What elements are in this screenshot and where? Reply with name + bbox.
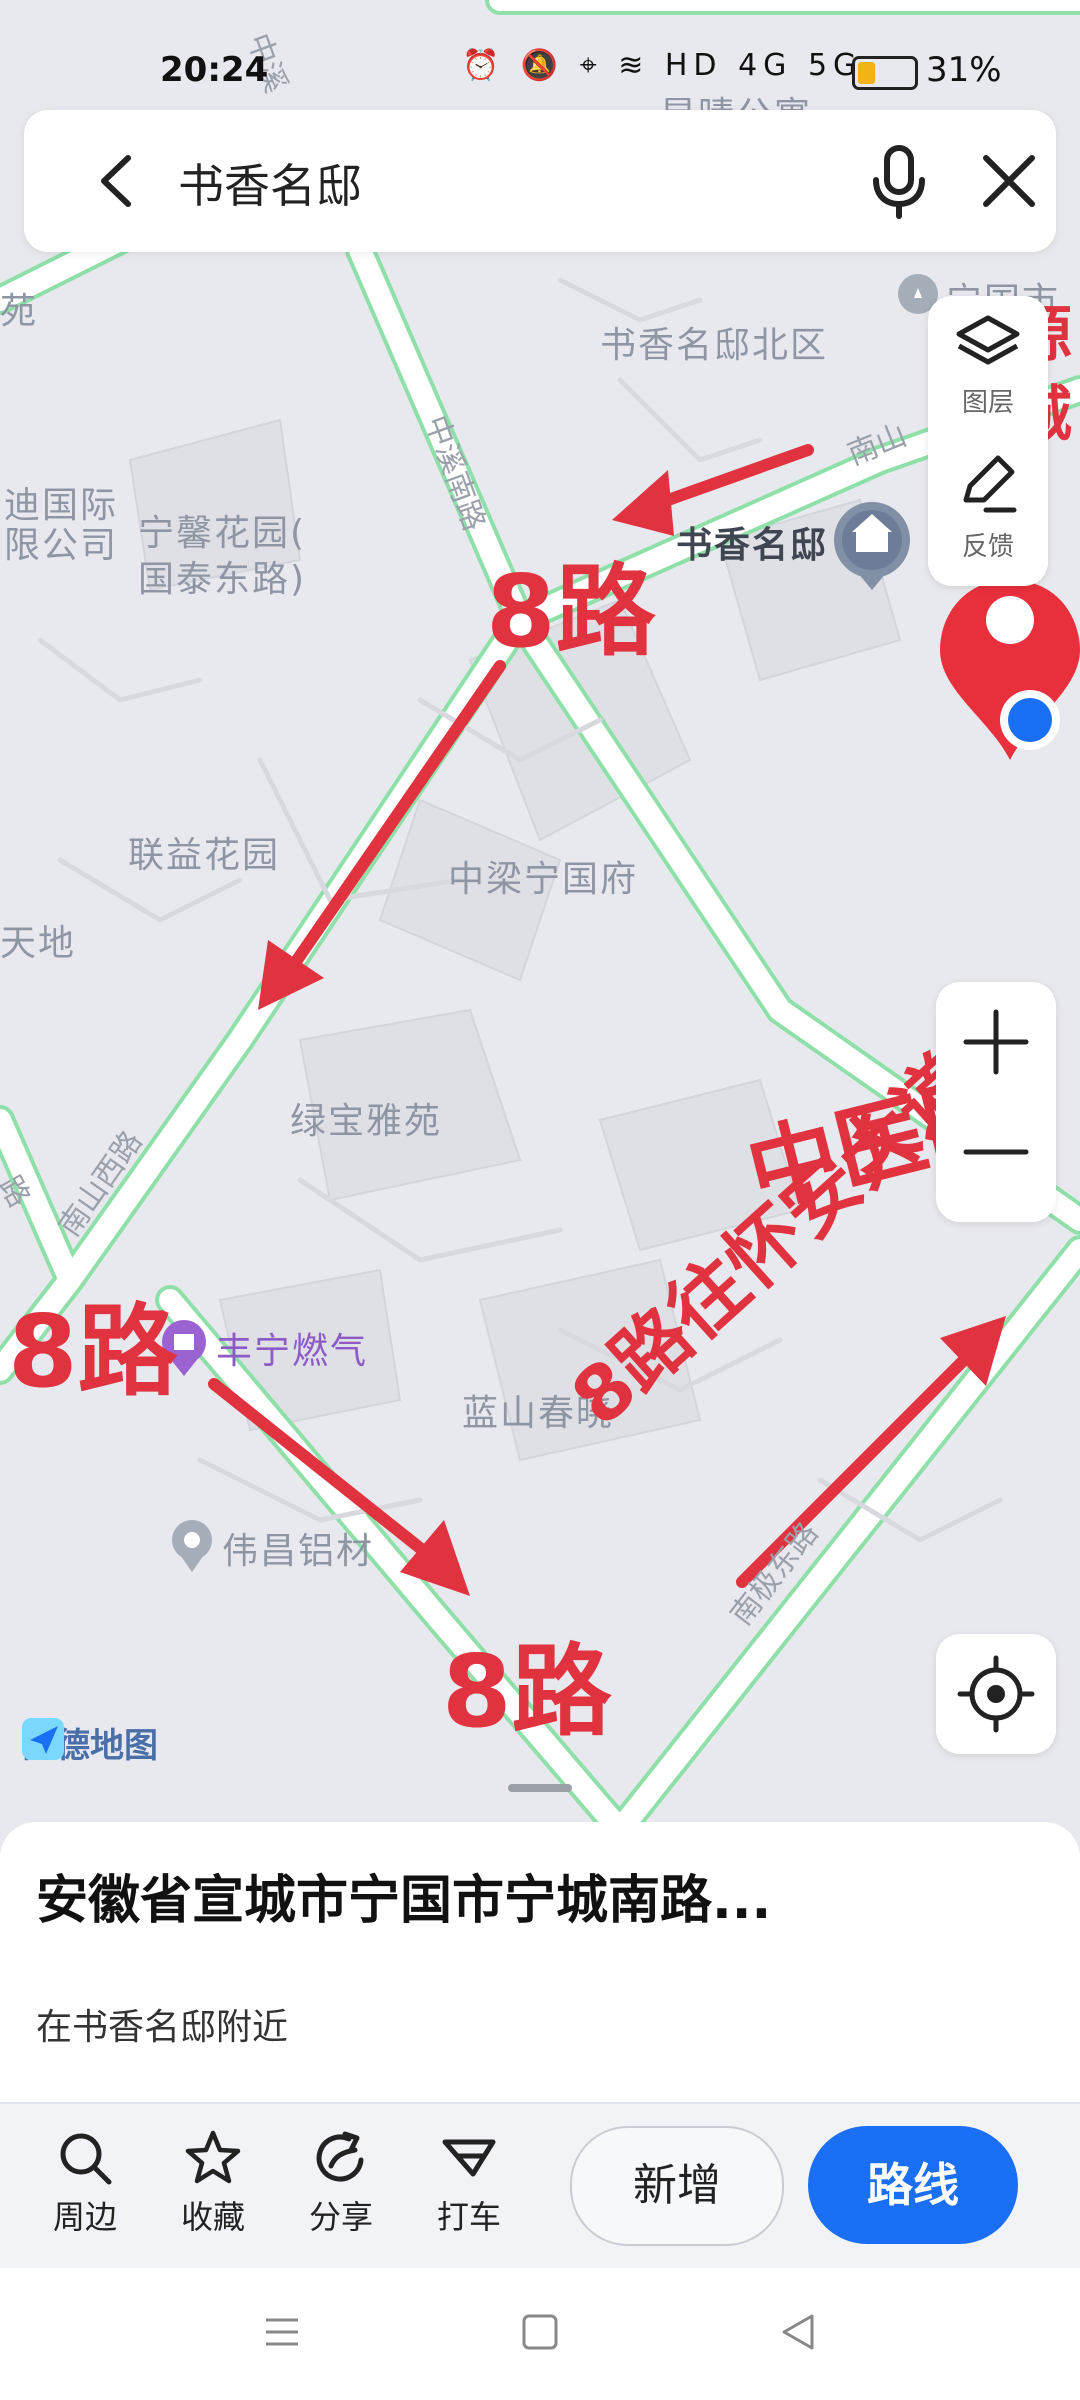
route-button[interactable]: 路线 <box>808 2126 1018 2244</box>
nearby-button[interactable]: 周边 <box>30 2128 140 2248</box>
back-nav-icon[interactable] <box>778 2312 818 2352</box>
sheet-drag-handle[interactable] <box>508 1784 572 1792</box>
layers-icon <box>956 315 1020 365</box>
nearby-label: 周边 <box>52 2198 117 2236</box>
place-label-ningxin[interactable]: 宁馨花园( <box>138 504 306 556</box>
locate-me-button[interactable] <box>936 1634 1056 1754</box>
feedback-label: 反馈 <box>961 532 1014 562</box>
place-nearby-text: 在书香名邸附近 <box>36 2007 289 2048</box>
home-icon[interactable] <box>520 2312 560 2352</box>
crosshair-icon <box>957 1655 1035 1733</box>
battery-percent: 31% <box>926 50 1002 90</box>
feedback-button[interactable]: 反馈 <box>928 446 1048 586</box>
system-nav-bar <box>0 2268 1080 2400</box>
zoom-controls <box>936 982 1056 1222</box>
place-label-zhongliang[interactable]: 中梁宁国府 <box>448 850 638 902</box>
status-icons: ⏰ 🔕 ⌖ ≋ HD 4G 5G <box>462 48 863 83</box>
status-bar: 20:24 ⏰ 🔕 ⌖ ≋ HD 4G 5G 31% <box>0 0 1080 110</box>
edit-feedback-icon <box>963 455 1017 513</box>
place-label-ningxin-2[interactable]: 国泰东路) <box>138 550 306 602</box>
taxi-icon <box>442 2139 496 2177</box>
map-roads <box>0 0 1080 1830</box>
back-icon[interactable] <box>84 146 154 216</box>
zoom-in-button[interactable] <box>936 982 1056 1102</box>
share-icon <box>316 2131 364 2182</box>
layers-button[interactable]: 图层 <box>928 296 1048 436</box>
battery-fill <box>858 62 875 84</box>
microphone-icon[interactable] <box>864 142 934 220</box>
location-pin <box>940 580 1080 760</box>
share-button[interactable]: 分享 <box>286 2128 396 2248</box>
status-time: 20:24 <box>160 50 269 90</box>
taxi-button[interactable]: 打车 <box>414 2128 524 2248</box>
place-label-diguoji-2[interactable]: 限公司 <box>4 516 118 568</box>
battery-icon <box>852 56 918 90</box>
search-bar[interactable]: 书香名邸 <box>24 110 1056 252</box>
place-label-shuxiang-north[interactable]: 书香名邸北区 <box>600 316 828 368</box>
gaode-logo-icon <box>22 1718 64 1760</box>
map-logo: 高德地图 <box>22 1718 158 1767</box>
star-icon <box>185 2130 241 2184</box>
layers-label: 图层 <box>961 388 1014 418</box>
place-label-lvbao[interactable]: 绿宝雅苑 <box>290 1092 442 1144</box>
share-label: 分享 <box>308 2198 373 2236</box>
favorite-button[interactable]: 收藏 <box>158 2128 268 2248</box>
annotation-route-8-top: 8路 <box>486 553 656 670</box>
add-button[interactable]: 新增 <box>570 2126 784 2246</box>
zoom-out-button[interactable] <box>936 1102 1056 1222</box>
taxi-label: 打车 <box>436 2198 501 2236</box>
place-label-shuxiang[interactable]: 书香名邸 <box>676 516 828 568</box>
action-bar: 周边 收藏 分享 打车 新增 路线 <box>0 2102 1080 2270</box>
place-label-fengning[interactable]: 丰宁燃气 <box>216 1322 368 1374</box>
search-icon <box>60 2133 112 2185</box>
place-label-weichang[interactable]: 伟昌铝材 <box>222 1522 374 1574</box>
place-label-yuan[interactable]: 苑 <box>0 282 38 334</box>
place-address-title: 安徽省宣城市宁国市宁城南路... <box>36 1871 772 1931</box>
map-view[interactable]: 书香名邸北区 书香名邸 昱晴公寓 宁国市 宁馨花园( 国泰东路) 迪国际 限公司… <box>0 0 1080 1830</box>
place-label-lianyi[interactable]: 联益花园 <box>128 826 280 878</box>
place-detail-sheet[interactable]: 安徽省宣城市宁国市宁城南路... 在书香名邸附近 <box>0 1784 1080 2102</box>
menu-icon[interactable] <box>262 2312 302 2352</box>
annotation-route-8-left: 8路 <box>8 1293 178 1410</box>
search-input[interactable]: 书香名邸 <box>178 150 362 216</box>
map-side-controls: 图层 反馈 <box>928 296 1048 586</box>
favorite-label: 收藏 <box>180 2198 245 2236</box>
close-icon[interactable] <box>974 146 1044 216</box>
annotation-route-8-bottom: 8路 <box>442 1633 612 1750</box>
place-label-tiandi[interactable]: 天地 <box>0 914 76 966</box>
